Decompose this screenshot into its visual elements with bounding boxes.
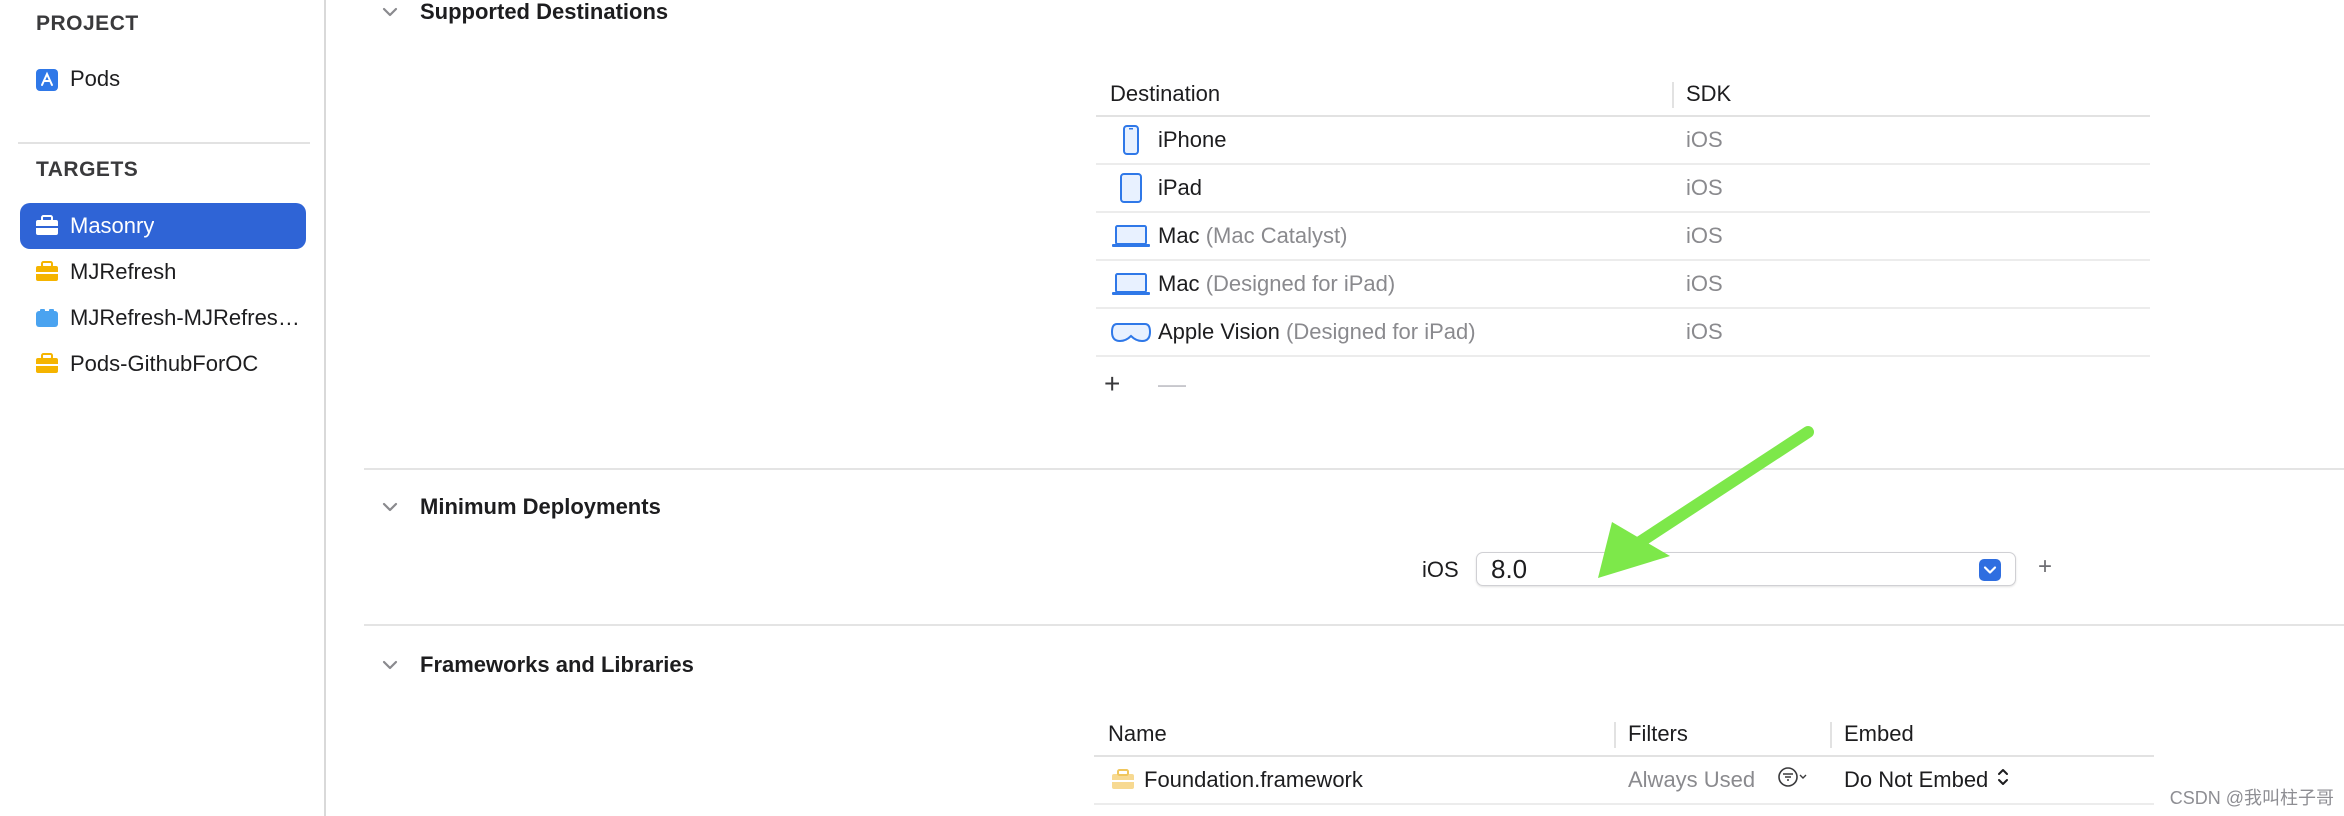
destination-detail: (Designed for iPad) [1286, 319, 1476, 344]
chevron-down-icon[interactable] [370, 0, 410, 24]
target-item-label: Masonry [70, 213, 155, 238]
toolbox-icon [34, 353, 60, 375]
sdk-value: iOS [1672, 212, 2150, 261]
sdk-value: iOS [1672, 164, 2150, 213]
target-item-mjrefresh[interactable]: MJRefresh [20, 249, 306, 295]
column-header-embed[interactable]: Embed [1830, 712, 2154, 757]
iphone-icon [1110, 123, 1152, 157]
section-title: Minimum Deployments [420, 494, 661, 519]
project-item-label: Pods [70, 66, 121, 91]
deployment-platform-label: iOS [1422, 557, 1459, 582]
build-settings-editor: Supported Destinations Destination SDK i… [328, 0, 2344, 816]
project-section-header: PROJECT [36, 12, 139, 35]
target-item-label: MJRefresh-MJRefresh.Privacy [70, 305, 302, 330]
ios-deployment-target-combobox[interactable]: 8.0 [1476, 552, 2016, 586]
section-divider [364, 468, 2344, 470]
section-title: Frameworks and Libraries [420, 652, 694, 677]
destination-add-remove: + — [1104, 368, 1212, 400]
column-header-sdk[interactable]: SDK [1672, 72, 2150, 117]
targets-section-header: TARGETS [36, 158, 139, 181]
chevron-down-icon[interactable] [370, 653, 410, 677]
chevron-down-icon[interactable] [1979, 559, 2001, 581]
bundle-icon [34, 307, 60, 329]
target-item-pods-githubforoc[interactable]: Pods-GithubForOC [20, 341, 306, 387]
supported-destinations-header[interactable]: Supported Destinations [328, 0, 668, 32]
target-item-label: MJRefresh [70, 259, 177, 284]
destinations-table: Destination SDK iPhone iOS iPad iOS Mac … [1096, 72, 2150, 357]
filter-value: Always Used [1628, 767, 1756, 792]
column-header-filters[interactable]: Filters [1614, 712, 1830, 757]
table-row[interactable]: Apple Vision (Designed for iPad) iOS [1096, 308, 2150, 357]
destination-name: iPhone [1158, 127, 1227, 152]
target-item-label: Pods-GithubForOC [70, 351, 259, 376]
vision-pro-icon [1110, 315, 1152, 349]
laptop-icon [1110, 267, 1152, 301]
app-project-icon [34, 68, 60, 91]
watermark: CSDN @我叫柱子哥 [2169, 788, 2334, 808]
minimum-deployments-header[interactable]: Minimum Deployments [328, 487, 661, 527]
sdk-value: iOS [1672, 116, 2150, 165]
toolbox-icon [34, 261, 60, 283]
destination-name: iPad [1158, 175, 1203, 200]
section-divider [364, 624, 2344, 626]
table-row[interactable]: Foundation.framework Always Used Do Not … [1094, 756, 2154, 805]
destination-name: Mac [1158, 271, 1200, 296]
laptop-icon [1110, 219, 1152, 253]
column-header-destination[interactable]: Destination [1096, 72, 1672, 117]
add-destination-button[interactable]: + [1104, 368, 1158, 400]
deployment-target-value: 8.0 [1491, 553, 1528, 584]
table-row[interactable]: iPhone iOS [1096, 116, 2150, 165]
destination-detail: (Designed for iPad) [1205, 271, 1396, 296]
remove-destination-button[interactable]: — [1158, 368, 1212, 400]
embed-value[interactable]: Do Not Embed [1844, 767, 1988, 793]
table-row[interactable]: iPad iOS [1096, 164, 2150, 213]
chevron-up-down-icon[interactable] [1996, 766, 2010, 794]
framework-icon [1108, 763, 1138, 797]
filter-icon[interactable] [1777, 765, 1807, 795]
column-header-name[interactable]: Name [1094, 712, 1614, 757]
chevron-down-icon[interactable] [370, 495, 410, 519]
table-row[interactable]: Mac (Mac Catalyst) iOS [1096, 212, 2150, 261]
sdk-value: iOS [1672, 260, 2150, 309]
destination-name: Mac [1158, 223, 1200, 248]
toolbox-icon [34, 215, 60, 237]
table-row[interactable]: Mac (Designed for iPad) iOS [1096, 260, 2150, 309]
target-item-mjrefresh-privacy[interactable]: MJRefresh-MJRefresh.Privacy [20, 295, 306, 341]
frameworks-libraries-header[interactable]: Frameworks and Libraries [328, 645, 694, 685]
frameworks-table: Name Filters Embed Foundation.framework … [1094, 712, 2154, 805]
add-deployment-button[interactable]: + [2038, 553, 2052, 581]
framework-name: Foundation.framework [1144, 767, 1363, 792]
navigator-sidebar: PROJECT Pods TARGETS Masonry MJRefresh M… [0, 0, 326, 816]
target-item-masonry[interactable]: Masonry [20, 203, 306, 249]
project-item-pods[interactable]: Pods [20, 56, 306, 102]
ipad-icon [1110, 171, 1152, 205]
sidebar-divider [18, 142, 310, 144]
destination-detail: (Mac Catalyst) [1205, 223, 1348, 248]
sdk-value: iOS [1672, 308, 2150, 357]
destination-name: Apple Vision [1158, 319, 1280, 344]
section-title: Supported Destinations [420, 0, 669, 24]
